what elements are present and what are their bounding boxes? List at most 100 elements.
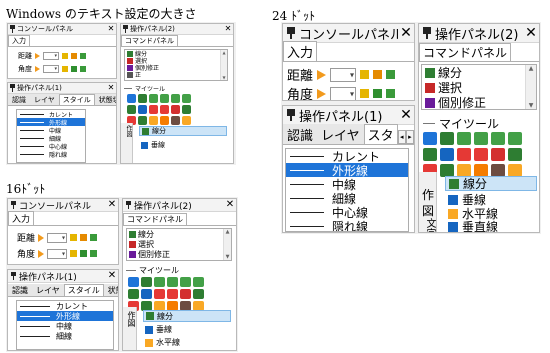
calculator-icon[interactable] bbox=[71, 53, 77, 59]
my-tool-line-segment[interactable]: 線分 bbox=[139, 126, 227, 136]
vtab-text[interactable]: 文字 bbox=[422, 218, 437, 232]
line-tool-icon[interactable] bbox=[423, 132, 437, 145]
convert-icon[interactable] bbox=[90, 250, 98, 257]
close-icon[interactable]: ✕ bbox=[106, 84, 116, 92]
tab-layer[interactable]: レイヤ bbox=[30, 94, 59, 105]
pin-icon[interactable] bbox=[283, 108, 299, 122]
cmd-select[interactable]: 選択 bbox=[425, 80, 536, 95]
cmd-individual-edit[interactable]: 個別修正 bbox=[129, 249, 231, 259]
delete-icon[interactable] bbox=[180, 289, 191, 299]
circle-icon[interactable] bbox=[154, 277, 165, 287]
convert-icon[interactable] bbox=[80, 53, 86, 59]
line-style-list[interactable]: カレント 外形線 中線 細線 中心線 隠れ線 bbox=[285, 148, 409, 232]
arc-icon[interactable] bbox=[182, 94, 191, 103]
tab-recognition[interactable]: 認識 bbox=[8, 284, 32, 296]
calculator-icon[interactable] bbox=[373, 89, 383, 98]
cmd-select[interactable]: 選択 bbox=[129, 239, 231, 249]
tab-style[interactable]: スタイル bbox=[63, 284, 104, 296]
ops-panel-1-titlebar[interactable]: 操作パネル(1) ✕ bbox=[8, 83, 116, 94]
list-item[interactable]: 隠れ線 bbox=[286, 219, 408, 231]
tab-recognition[interactable]: 認識 bbox=[283, 124, 318, 144]
tab-scroll-right[interactable]: ▸ bbox=[405, 130, 414, 144]
convert-icon[interactable] bbox=[386, 70, 396, 79]
close-icon[interactable]: ✕ bbox=[106, 200, 118, 210]
fillet-icon[interactable] bbox=[457, 148, 471, 161]
pencil-icon[interactable] bbox=[62, 66, 68, 72]
play-icon[interactable] bbox=[317, 69, 327, 80]
play-icon[interactable] bbox=[38, 249, 45, 258]
circle-icon[interactable] bbox=[149, 94, 158, 103]
hatch-icon[interactable] bbox=[160, 116, 169, 125]
ops-panel-2-titlebar[interactable]: 操作パネル(2) ✕ bbox=[123, 199, 236, 212]
pencil-icon[interactable] bbox=[70, 234, 78, 241]
close-icon[interactable]: ✕ bbox=[398, 108, 414, 122]
delete-icon[interactable] bbox=[491, 148, 505, 161]
distance-combo[interactable] bbox=[47, 232, 68, 243]
line-tool-icon[interactable] bbox=[127, 94, 136, 103]
play-icon[interactable] bbox=[317, 88, 327, 99]
cmd-individual-edit[interactable]: 個別修正 bbox=[425, 95, 536, 109]
close-icon[interactable]: ✕ bbox=[224, 200, 236, 210]
tab-command-panel[interactable]: コマンドパネル bbox=[419, 43, 512, 61]
angle-combo[interactable] bbox=[330, 86, 357, 100]
move-icon[interactable] bbox=[193, 289, 204, 299]
tab-scroll-left[interactable]: ◂ bbox=[397, 130, 406, 144]
pen-icon[interactable] bbox=[138, 105, 147, 114]
tab-layer[interactable]: レイヤ bbox=[32, 284, 64, 296]
command-list-scrollbar[interactable] bbox=[525, 65, 536, 109]
my-tool-vertical[interactable]: 垂直線 bbox=[445, 220, 498, 232]
list-item[interactable]: カレント bbox=[17, 301, 113, 311]
my-tool-line-segment[interactable]: 線分 bbox=[445, 176, 537, 191]
pencil-icon[interactable] bbox=[62, 53, 68, 59]
parallel-lines-icon[interactable] bbox=[141, 277, 152, 287]
align-icon[interactable] bbox=[138, 116, 147, 125]
cmd-line-segment[interactable]: 線分 bbox=[129, 229, 231, 239]
move-icon[interactable] bbox=[508, 148, 522, 161]
command-list[interactable]: 線分 選択 個別修正 bbox=[421, 64, 537, 110]
list-item[interactable]: 中線 bbox=[17, 321, 113, 331]
pencil-icon[interactable] bbox=[360, 89, 370, 98]
command-list[interactable]: 線分 選択 個別修正 bbox=[126, 228, 232, 261]
list-item[interactable]: 隠れ線 bbox=[17, 150, 85, 159]
circle-icon[interactable] bbox=[474, 132, 488, 145]
calculator-icon[interactable] bbox=[80, 250, 88, 257]
my-tool-line-segment[interactable]: 線分 bbox=[143, 310, 231, 322]
convert-icon[interactable] bbox=[386, 89, 396, 98]
tab-state-switch[interactable]: 状態切替 bbox=[94, 94, 116, 105]
cmd-truncated[interactable]: 正 bbox=[127, 71, 227, 79]
arc-icon[interactable] bbox=[180, 277, 191, 287]
distance-combo[interactable] bbox=[43, 52, 59, 60]
calculator-icon[interactable] bbox=[71, 66, 77, 72]
pin-icon[interactable] bbox=[123, 200, 134, 210]
close-icon[interactable]: ✕ bbox=[106, 271, 118, 281]
pin-icon[interactable] bbox=[8, 271, 19, 281]
parallel-lines-icon[interactable] bbox=[138, 94, 147, 103]
calculator-icon[interactable] bbox=[373, 70, 383, 79]
pin-icon[interactable] bbox=[8, 84, 17, 92]
close-icon[interactable]: ✕ bbox=[223, 25, 233, 33]
play-icon[interactable] bbox=[35, 66, 40, 72]
tab-recognition[interactable]: 認識 bbox=[8, 94, 30, 105]
pin-icon[interactable] bbox=[121, 25, 130, 33]
circle-icon[interactable] bbox=[160, 94, 169, 103]
my-tool-perpendicular[interactable]: 垂線 bbox=[139, 140, 165, 150]
chamfer-icon[interactable] bbox=[167, 289, 178, 299]
pin-icon[interactable] bbox=[419, 26, 435, 40]
arc-icon[interactable] bbox=[171, 94, 180, 103]
vtab-draw[interactable]: 作図 bbox=[124, 125, 133, 137]
delete-icon[interactable] bbox=[171, 105, 180, 114]
ops-panel-2-titlebar[interactable]: 操作パネル(2) ✕ bbox=[419, 24, 539, 43]
list-item[interactable]: 細線 bbox=[17, 331, 113, 341]
tab-layer[interactable]: レイヤ bbox=[317, 124, 364, 144]
angle-combo[interactable] bbox=[47, 248, 68, 259]
cmd-line-segment[interactable]: 線分 bbox=[425, 65, 536, 80]
circle-icon[interactable] bbox=[167, 277, 178, 287]
close-icon[interactable]: ✕ bbox=[106, 25, 116, 33]
fillet-icon[interactable] bbox=[154, 289, 165, 299]
calculator-icon[interactable] bbox=[80, 234, 88, 241]
close-icon[interactable]: ✕ bbox=[523, 26, 539, 40]
tab-command-panel[interactable]: コマンドパネル bbox=[123, 213, 187, 225]
arrow-icon[interactable] bbox=[171, 116, 180, 125]
line-style-list[interactable]: カレント 外形線 中線 細線 bbox=[16, 300, 114, 350]
line-tool-icon[interactable] bbox=[128, 277, 139, 287]
